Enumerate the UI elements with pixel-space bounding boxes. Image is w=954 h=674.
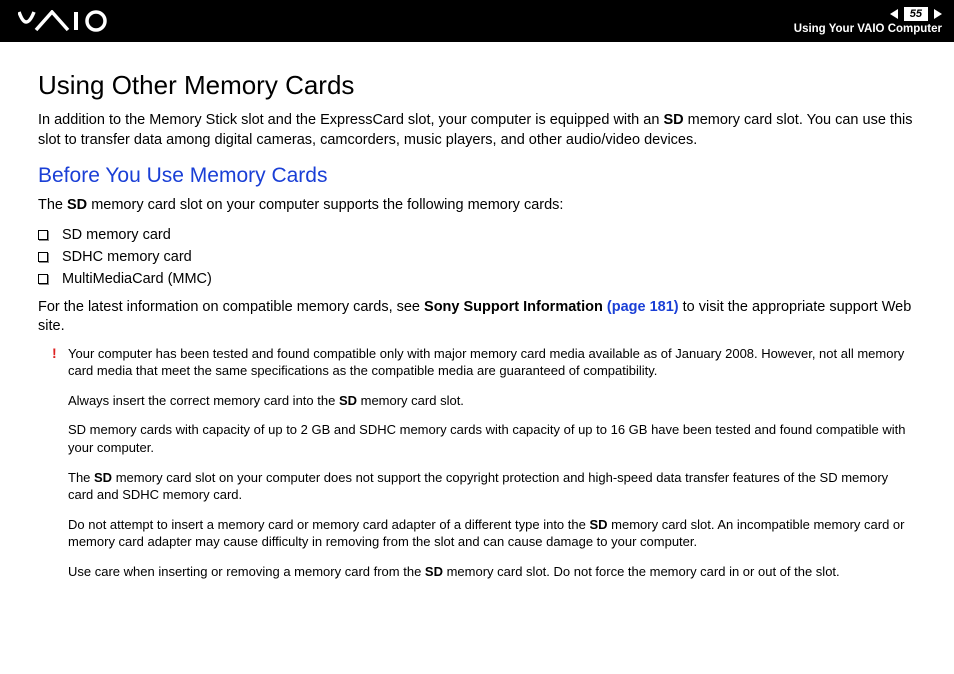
list-item-label: MultiMediaCard (MMC) [62,271,212,287]
page-header: 55 Using Your VAIO Computer [0,0,954,42]
note-bold: SD [425,564,443,579]
note-bold: SD [94,470,112,485]
note-text: memory card slot. [357,393,464,408]
note-text: Use care when inserting or removing a me… [68,564,425,579]
page-link[interactable]: (page 181) [607,299,679,315]
note-text: memory card slot. Do not force the memor… [443,564,840,579]
bullet-list: SD memory card SDHC memory card MultiMed… [38,224,916,290]
page-title: Using Other Memory Cards [38,70,916,101]
latest-info-paragraph: For the latest information on compatible… [38,298,916,337]
bullet-icon [38,274,48,284]
prev-page-icon[interactable] [890,9,898,19]
note-item: Do not attempt to insert a memory card o… [68,516,916,551]
notes-block: ! Your computer has been tested and foun… [38,345,916,580]
note-bold: SD [339,393,357,408]
note-item: The SD memory card slot on your computer… [68,469,916,504]
subheading: Before You Use Memory Cards [38,164,916,188]
supports-pre: The [38,197,67,213]
note-text: Always insert the correct memory card in… [68,393,339,408]
note-item: Always insert the correct memory card in… [68,392,916,410]
page-content: Using Other Memory Cards In addition to … [0,42,954,612]
list-item-label: SD memory card [62,227,171,243]
note-text: Do not attempt to insert a memory card o… [68,517,589,532]
list-item: SD memory card [38,224,916,246]
list-item: SDHC memory card [38,246,916,268]
note-item: Your computer has been tested and found … [68,345,916,380]
bullet-icon [38,252,48,262]
supports-post: memory card slot on your computer suppor… [87,197,563,213]
intro-paragraph: In addition to the Memory Stick slot and… [38,111,916,150]
section-label: Using Your VAIO Computer [794,23,942,35]
latest-pre: For the latest information on compatible… [38,299,424,315]
list-item-label: SDHC memory card [62,249,192,265]
warning-icon: ! [52,345,57,361]
vaio-logo [18,10,128,32]
note-bold: SD [589,517,607,532]
intro-text: In addition to the Memory Stick slot and… [38,112,663,128]
note-text: memory card slot on your computer does n… [68,470,888,503]
note-item: SD memory cards with capacity of up to 2… [68,421,916,456]
header-meta: 55 Using Your VAIO Computer [794,7,942,35]
supports-paragraph: The SD memory card slot on your computer… [38,196,916,216]
page-number: 55 [904,7,928,21]
supports-bold: SD [67,197,87,213]
note-text: The [68,470,94,485]
note-item: Use care when inserting or removing a me… [68,563,916,581]
latest-bold: Sony Support Information [424,299,607,315]
bullet-icon [38,230,48,240]
next-page-icon[interactable] [934,9,942,19]
intro-bold: SD [663,112,683,128]
list-item: MultiMediaCard (MMC) [38,268,916,290]
